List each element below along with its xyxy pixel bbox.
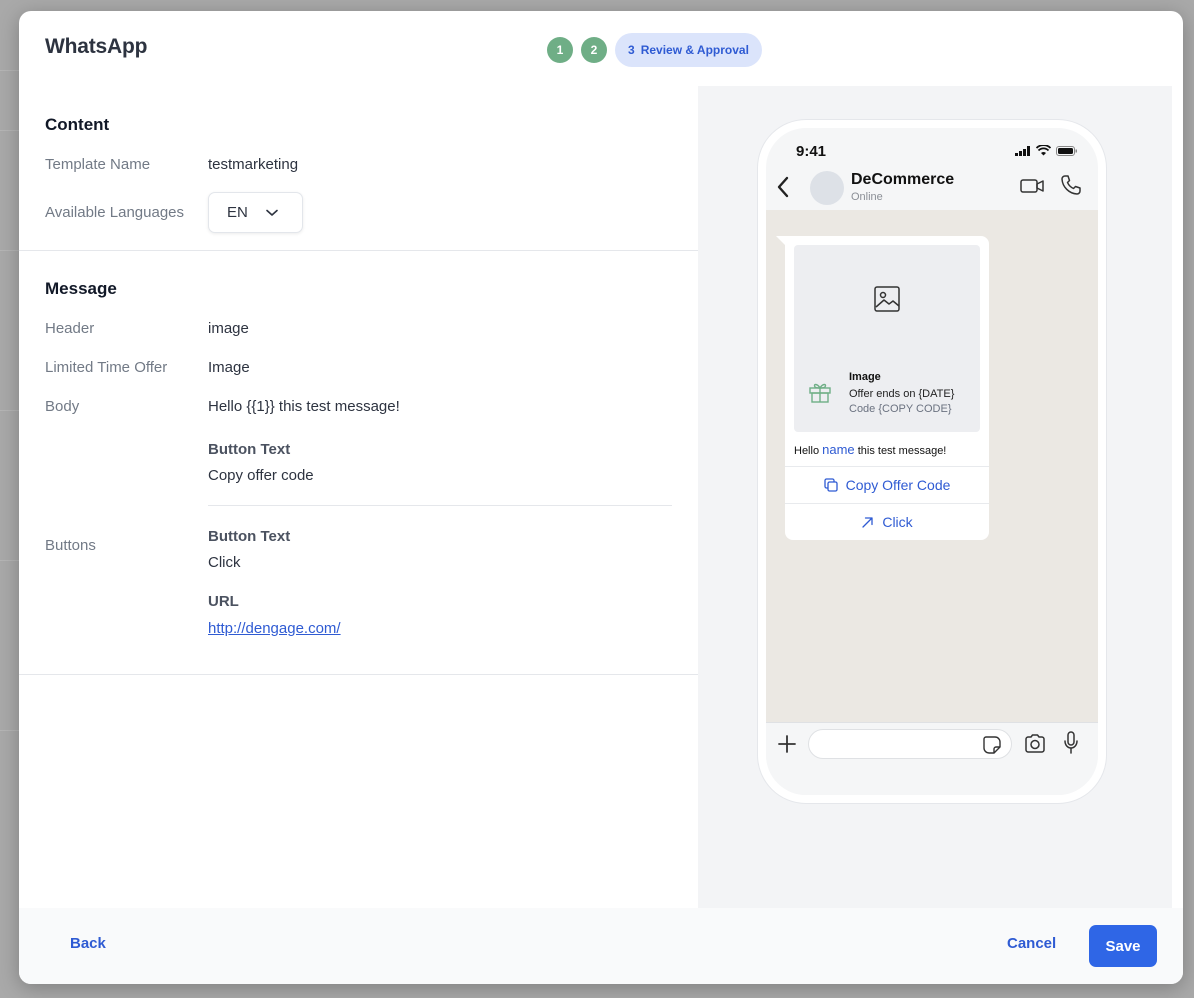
language-selected-value: EN (227, 204, 248, 221)
step-2-done[interactable]: 2 (581, 37, 607, 63)
message-body: Hello name this test message! (794, 442, 946, 457)
copy-offer-code-button[interactable]: Copy Offer Code (785, 467, 989, 503)
backdrop-line (0, 130, 20, 131)
stepper: 1 2 3 Review & Approval (547, 33, 762, 67)
contact-status: Online (851, 191, 883, 203)
external-link-icon (861, 516, 874, 529)
backdrop-line (0, 250, 20, 251)
modal-title: WhatsApp (45, 35, 148, 58)
template-name-value: testmarketing (208, 156, 299, 173)
plus-icon[interactable] (777, 734, 797, 754)
body-prefix: Hello (794, 445, 823, 457)
offer-title: Image (849, 371, 881, 383)
chat-input-field[interactable] (808, 729, 1012, 759)
step-3-number: 3 (628, 43, 635, 57)
wifi-icon (1036, 145, 1051, 156)
cancel-button[interactable]: Cancel (1007, 935, 1056, 952)
url-link[interactable]: http://dengage.com/ (208, 620, 341, 637)
phone-call-icon[interactable] (1060, 174, 1082, 196)
battery-icon (1056, 145, 1078, 156)
copy-button-heading: Button Text (208, 441, 291, 458)
chat-header: DeCommerce Online (766, 168, 1098, 210)
content-section-title: Content (45, 115, 110, 134)
message-section-title: Message (45, 279, 117, 298)
camera-icon[interactable] (1024, 734, 1046, 753)
url-heading: URL (208, 593, 239, 610)
section-divider (19, 674, 698, 675)
copy-icon (823, 478, 838, 492)
chat-area: Image Offer ends on {DATE} Code {COPY CO… (766, 210, 1098, 722)
click-button-label: Click (882, 514, 913, 530)
language-select[interactable]: EN (208, 192, 303, 233)
status-time: 9:41 (796, 143, 827, 160)
header-value: image (208, 320, 249, 337)
step-3-label: Review & Approval (640, 43, 749, 57)
contact-name: DeCommerce (851, 171, 955, 188)
available-languages-label: Available Languages (45, 204, 185, 221)
backdrop-line (0, 70, 20, 71)
preview-pane: 9:41 DeCommerce Online Image Offer ends … (698, 86, 1172, 908)
offer-expiry-text: Offer ends on {DATE} (849, 388, 955, 400)
backdrop-line (0, 730, 20, 731)
buttons-divider (208, 505, 672, 506)
offer-code-text: Code {COPY CODE} (849, 403, 952, 415)
buttons-label: Buttons (45, 537, 96, 554)
phone-mockup: 9:41 DeCommerce Online Image Offer ends … (758, 120, 1106, 803)
copy-offer-code-label: Copy Offer Code (845, 477, 951, 493)
body-suffix: this test message! (854, 445, 947, 457)
video-call-icon[interactable] (1020, 178, 1045, 194)
body-value: Hello {{1}} this test message! (208, 398, 400, 415)
backdrop-line (0, 560, 20, 561)
copy-button-value: Copy offer code (208, 467, 314, 484)
image-placeholder-icon (873, 285, 901, 313)
modal-footer: Back Cancel Save (19, 908, 1183, 984)
limited-offer-value: Image (208, 359, 250, 376)
url-value-container: http://dengage.com/ (208, 620, 341, 637)
avatar (810, 171, 844, 205)
sticker-icon[interactable] (983, 736, 1001, 754)
step-1-done[interactable]: 1 (547, 37, 573, 63)
template-details-pane: Content Template Name testmarketing Avai… (19, 86, 698, 908)
message-bubble: Image Offer ends on {DATE} Code {COPY CO… (785, 236, 989, 540)
gift-icon (808, 380, 832, 404)
body-label: Body (45, 398, 80, 415)
click-button-heading: Button Text (208, 528, 291, 545)
back-arrow-icon[interactable] (776, 176, 790, 198)
click-button[interactable]: Click (785, 504, 989, 540)
chat-input-bar (766, 722, 1098, 795)
whatsapp-modal: WhatsApp 1 2 3 Review & Approval Content… (19, 11, 1183, 984)
limited-offer-label: Limited Time Offer (45, 359, 168, 376)
signal-icon (1015, 145, 1031, 156)
section-divider (19, 250, 698, 251)
status-icons (1015, 145, 1078, 156)
header-label: Header (45, 320, 95, 337)
back-button[interactable]: Back (70, 935, 106, 952)
body-variable: name (822, 442, 855, 457)
chevron-down-icon (266, 209, 278, 217)
click-button-value: Click (208, 554, 241, 571)
microphone-icon[interactable] (1063, 731, 1079, 755)
template-name-label: Template Name (45, 156, 151, 173)
backdrop-line (0, 410, 20, 411)
save-button[interactable]: Save (1089, 925, 1157, 967)
step-3-current[interactable]: 3 Review & Approval (615, 33, 762, 67)
